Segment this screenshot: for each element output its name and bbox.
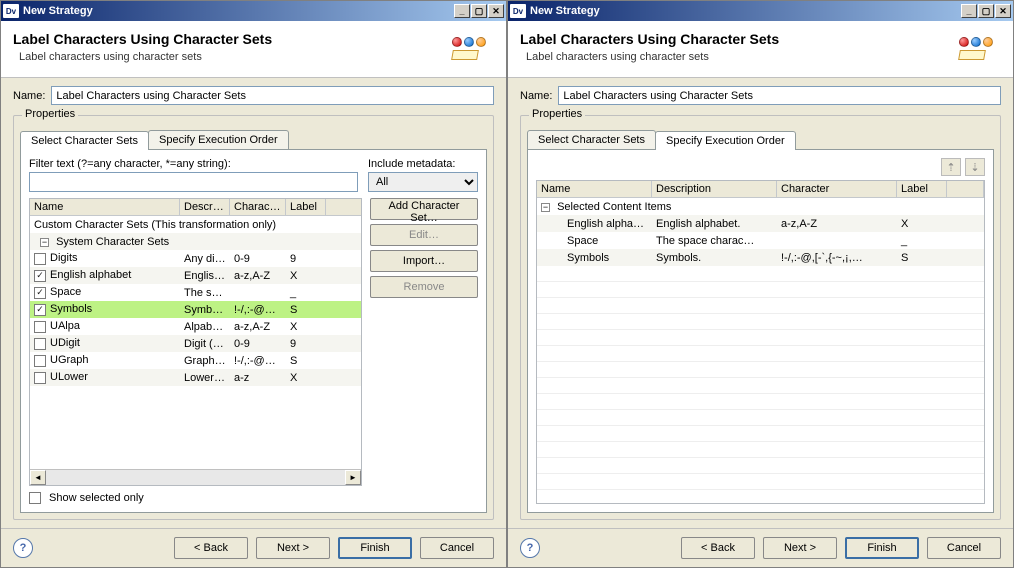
close-button[interactable]: ✕	[995, 4, 1011, 18]
next-button[interactable]: Next >	[256, 537, 330, 559]
minimize-button[interactable]: _	[961, 4, 977, 18]
include-metadata-label: Include metadata:	[368, 158, 478, 170]
col-character[interactable]: Charac…	[230, 199, 286, 215]
window-left: Dv New Strategy _ ▢ ✕ Label Characters U…	[0, 0, 507, 568]
include-metadata-select[interactable]: All	[368, 172, 478, 192]
import-button[interactable]: Import…	[370, 250, 478, 272]
label-icon	[959, 31, 1001, 69]
name-input[interactable]	[558, 86, 1001, 105]
filter-input[interactable]	[29, 172, 358, 192]
close-button[interactable]: ✕	[488, 4, 504, 18]
execution-order-table[interactable]: Name Description Character Label − Selec…	[536, 180, 985, 504]
checkbox[interactable]	[34, 321, 46, 333]
window-title: New Strategy	[530, 5, 961, 17]
checkbox[interactable]	[34, 372, 46, 384]
horizontal-scrollbar[interactable]: ◄ ►	[30, 469, 361, 485]
charset-row-ualpa[interactable]: UAlpa Alpabe… a-z,A-Z X	[30, 318, 361, 335]
group-selected-content-items[interactable]: − Selected Content Items	[537, 198, 984, 215]
properties-fieldset: Properties Select Character Sets Specify…	[13, 115, 494, 520]
charset-row-space[interactable]: Space The sp… _	[30, 284, 361, 301]
collapse-icon[interactable]: −	[40, 238, 49, 247]
app-icon: Dv	[510, 4, 526, 18]
wizard-title: Label Characters Using Character Sets	[13, 31, 442, 47]
wizard-footer: ? < Back Next > Finish Cancel	[1, 528, 506, 567]
finish-button[interactable]: Finish	[845, 537, 919, 559]
move-down-icon[interactable]: ⇣	[965, 158, 985, 176]
back-button[interactable]: < Back	[174, 537, 248, 559]
properties-fieldset: Properties Select Character Sets Specify…	[520, 115, 1001, 520]
order-row-english-alphabet[interactable]: English alpha… English alphabet. a-z,A-Z…	[537, 215, 984, 232]
checkbox[interactable]	[34, 287, 46, 299]
wizard-title: Label Characters Using Character Sets	[520, 31, 949, 47]
titlebar[interactable]: Dv New Strategy _ ▢ ✕	[1, 1, 506, 21]
charset-row-english-alphabet[interactable]: English alphabet English… a-z,A-Z X	[30, 267, 361, 284]
edit-button[interactable]: Edit…	[370, 224, 478, 246]
wizard-subtitle: Label characters using character sets	[13, 51, 442, 63]
tabs: Select Character Sets Specify Execution …	[20, 130, 487, 150]
tree-node-custom[interactable]: Custom Character Sets (This transformati…	[30, 216, 361, 233]
app-icon: Dv	[3, 4, 19, 18]
tab-specify-execution-order[interactable]: Specify Execution Order	[148, 130, 289, 149]
charset-row-ugraph[interactable]: UGraph Graph… !-/,:-@… S	[30, 352, 361, 369]
tab-content-order: ⇡ ⇣ Name Description Character Label	[527, 150, 994, 513]
cancel-button[interactable]: Cancel	[927, 537, 1001, 559]
add-character-set-button[interactable]: Add Character Set…	[370, 198, 478, 220]
help-icon[interactable]: ?	[520, 538, 540, 558]
name-label: Name:	[13, 90, 45, 102]
maximize-button[interactable]: ▢	[471, 4, 487, 18]
checkbox[interactable]	[34, 304, 46, 316]
remove-button[interactable]: Remove	[370, 276, 478, 298]
tab-specify-execution-order[interactable]: Specify Execution Order	[655, 131, 796, 150]
properties-legend: Properties	[529, 108, 585, 120]
next-button[interactable]: Next >	[763, 537, 837, 559]
tab-content-select: Filter text (?=any character, *=any stri…	[20, 150, 487, 513]
col-description[interactable]: Description	[652, 181, 777, 197]
wizard-header: Label Characters Using Character Sets La…	[508, 21, 1013, 78]
col-name[interactable]: Name	[30, 199, 180, 215]
checkbox[interactable]	[34, 338, 46, 350]
checkbox[interactable]	[34, 270, 46, 282]
finish-button[interactable]: Finish	[338, 537, 412, 559]
wizard-footer: ? < Back Next > Finish Cancel	[508, 528, 1013, 567]
tabs: Select Character Sets Specify Execution …	[527, 130, 994, 150]
properties-legend: Properties	[22, 108, 78, 120]
tab-select-character-sets[interactable]: Select Character Sets	[20, 131, 149, 150]
charset-row-udigit[interactable]: UDigit Digit (… 0-9 9	[30, 335, 361, 352]
cancel-button[interactable]: Cancel	[420, 537, 494, 559]
collapse-icon[interactable]: −	[541, 203, 550, 212]
show-selected-checkbox[interactable]	[29, 492, 41, 504]
col-label[interactable]: Label	[897, 181, 947, 197]
name-label: Name:	[520, 90, 552, 102]
charset-row-symbols[interactable]: Symbols Symbols. !-/,:-@… S	[30, 301, 361, 318]
scroll-right-icon[interactable]: ►	[345, 470, 361, 485]
name-input[interactable]	[51, 86, 494, 105]
back-button[interactable]: < Back	[681, 537, 755, 559]
filter-label: Filter text (?=any character, *=any stri…	[29, 158, 358, 170]
col-character[interactable]: Character	[777, 181, 897, 197]
charset-row-digits[interactable]: Digits Any di… 0-9 9	[30, 250, 361, 267]
window-title: New Strategy	[23, 5, 454, 17]
order-row-space[interactable]: Space The space charac… _	[537, 232, 984, 249]
help-icon[interactable]: ?	[13, 538, 33, 558]
order-row-symbols[interactable]: Symbols Symbols. !-/,:-@,[-`,{-~,¡,… S	[537, 249, 984, 266]
col-label[interactable]: Label	[286, 199, 326, 215]
tree-node-system[interactable]: − System Character Sets	[30, 233, 361, 250]
label-icon	[452, 31, 494, 69]
window-right: Dv New Strategy _ ▢ ✕ Label Characters U…	[507, 0, 1014, 568]
minimize-button[interactable]: _	[454, 4, 470, 18]
wizard-subtitle: Label characters using character sets	[520, 51, 949, 63]
checkbox[interactable]	[34, 355, 46, 367]
move-up-icon[interactable]: ⇡	[941, 158, 961, 176]
titlebar[interactable]: Dv New Strategy _ ▢ ✕	[508, 1, 1013, 21]
wizard-header: Label Characters Using Character Sets La…	[1, 21, 506, 78]
tab-select-character-sets[interactable]: Select Character Sets	[527, 130, 656, 149]
scroll-left-icon[interactable]: ◄	[30, 470, 46, 485]
show-selected-label: Show selected only	[49, 492, 144, 504]
character-set-tree[interactable]: Name Descri… Charac… Label Custom Charac…	[29, 198, 362, 486]
col-name[interactable]: Name	[537, 181, 652, 197]
checkbox[interactable]	[34, 253, 46, 265]
maximize-button[interactable]: ▢	[978, 4, 994, 18]
col-description[interactable]: Descri…	[180, 199, 230, 215]
charset-row-ulower[interactable]: ULower Lower… a-z X	[30, 369, 361, 386]
